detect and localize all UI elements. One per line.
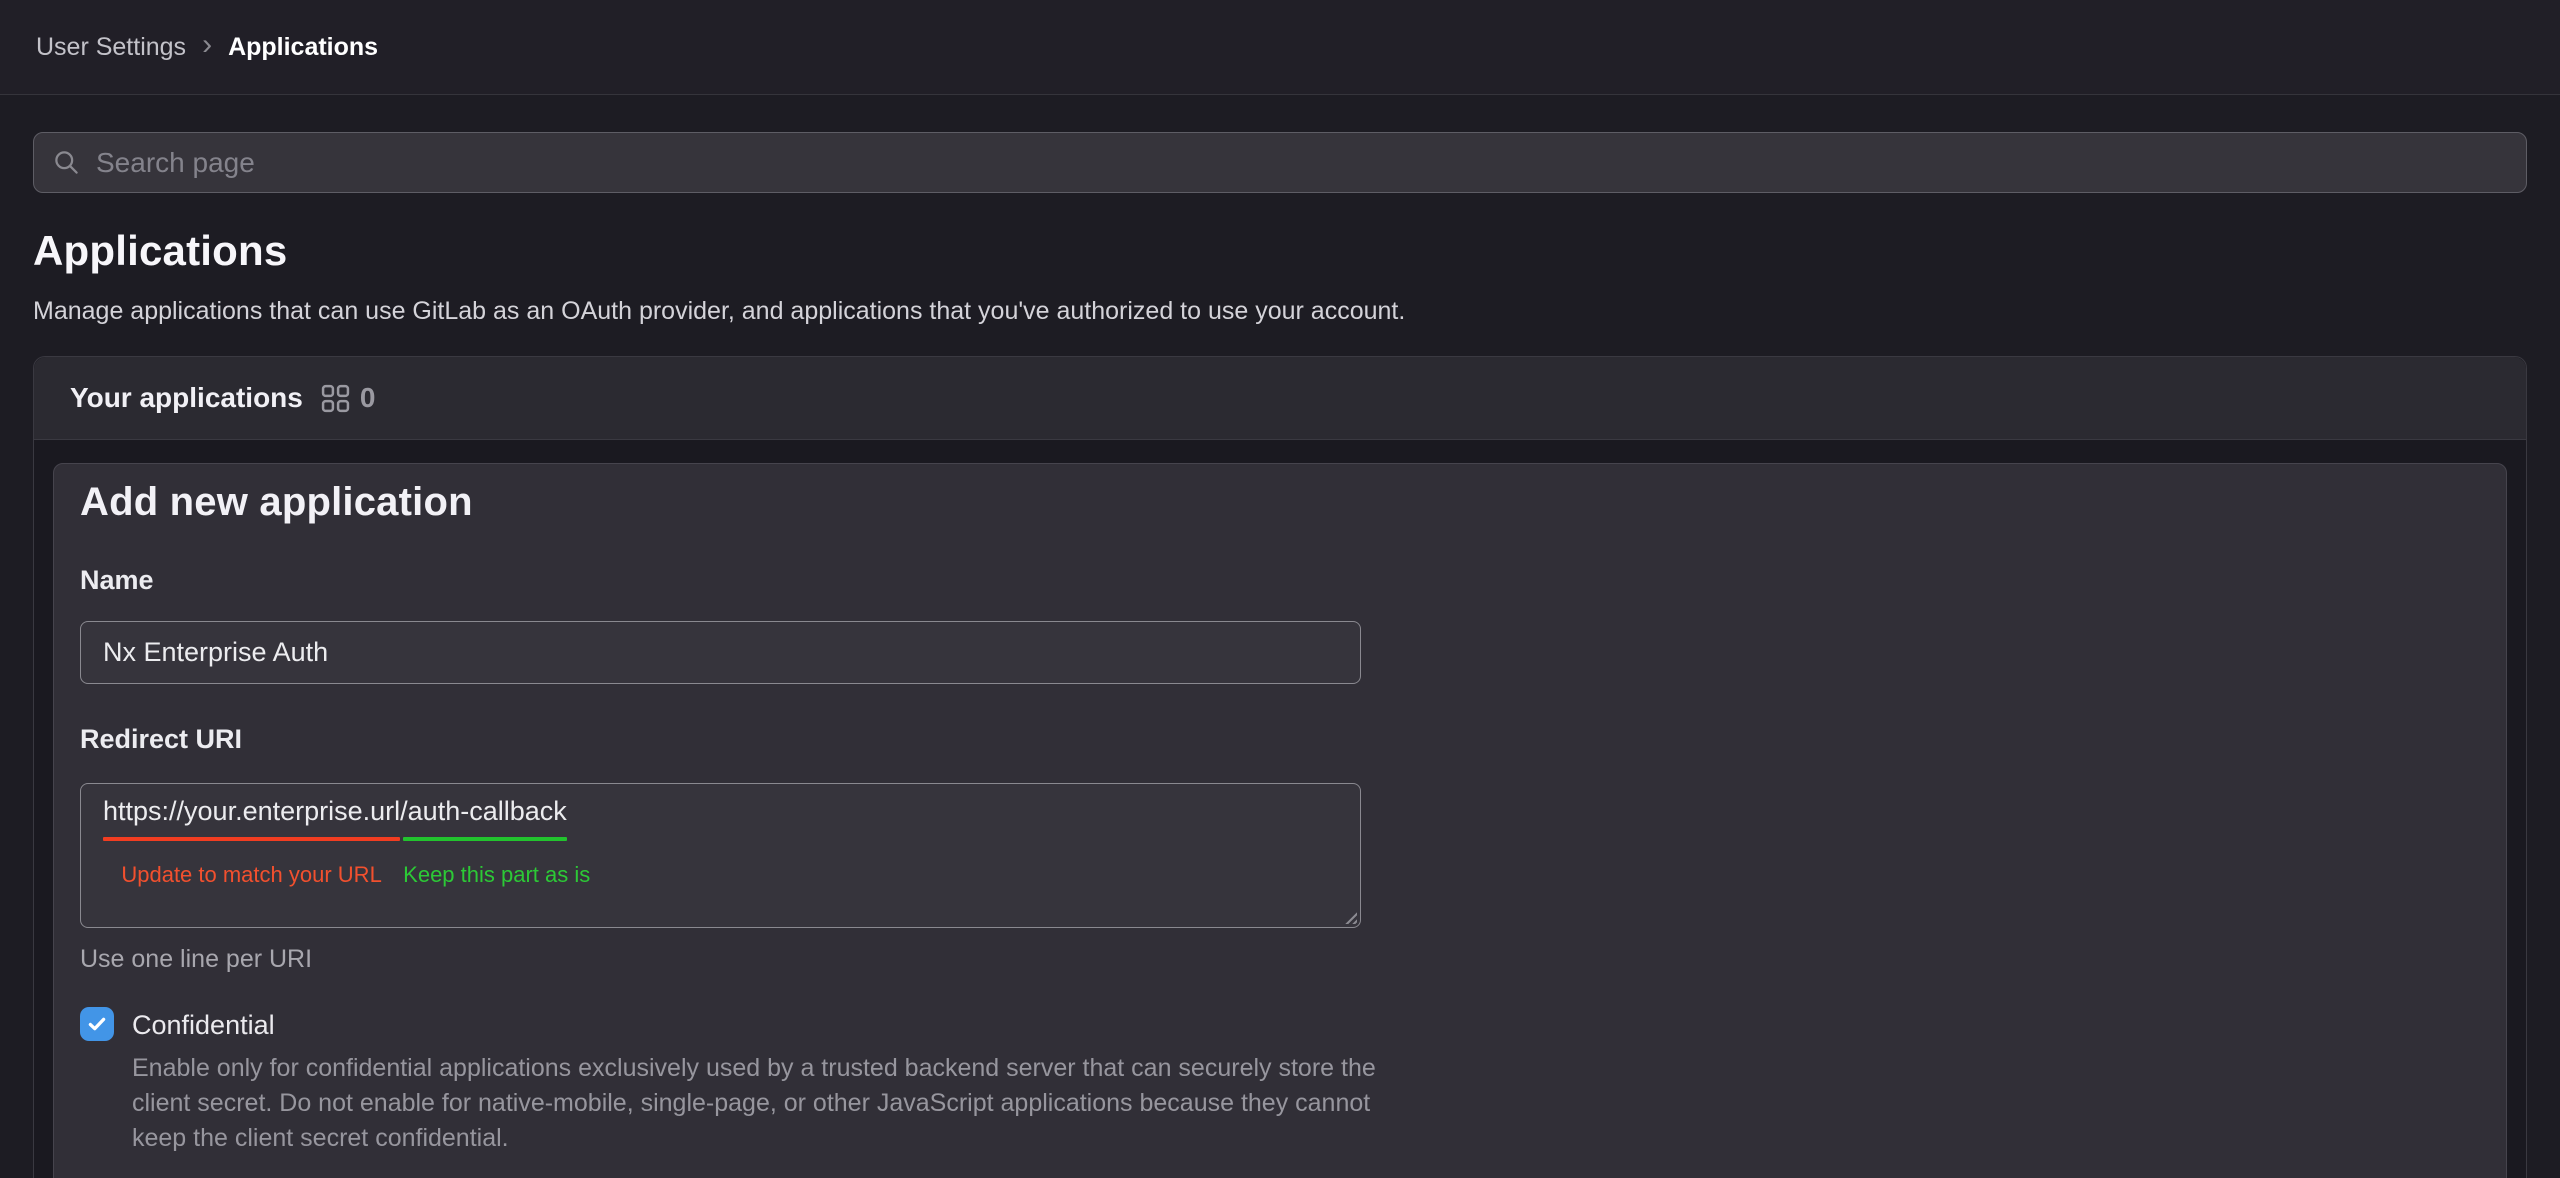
confidential-checkbox[interactable]	[80, 1007, 114, 1041]
textarea-resize-handle[interactable]	[1342, 909, 1357, 924]
main-content: Applications Manage applications that ca…	[0, 95, 2560, 1178]
page-description: Manage applications that can use GitLab …	[33, 297, 2527, 326]
red-annotation: Update to match your URL	[121, 862, 381, 888]
breadcrumb-link-user-settings[interactable]: User Settings	[36, 33, 186, 62]
applications-count-badge: 0	[360, 382, 376, 414]
search-bar	[33, 132, 2527, 193]
redirect-uri-value: https://your.enterprise.url Update to ma…	[103, 796, 1338, 841]
applications-panel: Your applications 0 Add new application …	[33, 356, 2527, 1178]
search-input[interactable]	[33, 132, 2527, 193]
page-title: Applications	[33, 227, 2527, 275]
name-input[interactable]	[80, 621, 1361, 684]
redirect-uri-label: Redirect URI	[80, 724, 2480, 755]
url-segment-path: /auth-callback Keep this part as is	[400, 796, 567, 841]
url-segment-host: https://your.enterprise.url Update to ma…	[103, 796, 400, 841]
uri-help-text: Use one line per URI	[80, 945, 2480, 974]
green-annotation: Keep this part as is	[403, 862, 590, 888]
add-application-title: Add new application	[80, 480, 2480, 525]
confidential-row: Confidential	[80, 1007, 2480, 1043]
checkmark-icon	[86, 1013, 108, 1035]
breadcrumb: User Settings › Applications	[0, 0, 2560, 95]
name-label: Name	[80, 565, 2480, 596]
add-application-card: Add new application Name Redirect URI ht…	[53, 463, 2507, 1178]
confidential-help-text: Enable only for confidential application…	[132, 1051, 1390, 1156]
red-underline	[103, 837, 400, 841]
url-host-text: https://your.enterprise.url	[103, 796, 400, 837]
chevron-right-icon: ›	[202, 30, 212, 60]
breadcrumb-current-applications: Applications	[228, 33, 378, 62]
panel-title: Your applications	[70, 382, 303, 414]
applications-panel-header: Your applications 0	[34, 357, 2526, 440]
applications-grid-icon	[321, 384, 350, 413]
url-path-text: /auth-callback	[400, 796, 567, 837]
redirect-uri-textarea[interactable]: https://your.enterprise.url Update to ma…	[80, 783, 1361, 928]
confidential-label[interactable]: Confidential	[132, 1007, 275, 1043]
green-underline	[403, 837, 567, 841]
